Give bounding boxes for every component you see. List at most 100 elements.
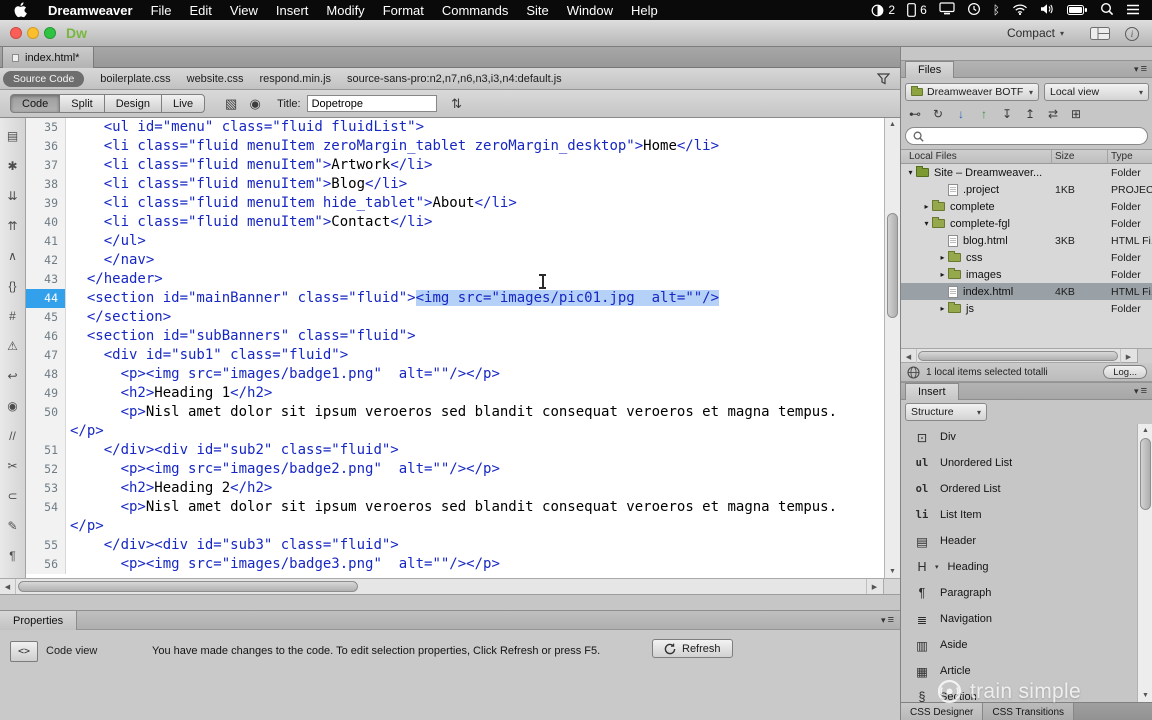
- menubar-item-file[interactable]: File: [142, 3, 181, 18]
- tree-expand-icon[interactable]: ▸: [937, 304, 948, 313]
- code-vertical-scrollbar[interactable]: [884, 118, 900, 578]
- code-line[interactable]: 45 </section>: [26, 308, 884, 327]
- insert-item-heading[interactable]: H Heading: [901, 554, 1137, 580]
- file-tree-item[interactable]: blog.html 3KB HTML Fi...: [901, 232, 1152, 249]
- tab-files[interactable]: Files: [905, 61, 955, 78]
- check-in-icon[interactable]: ↥: [1020, 105, 1040, 123]
- tree-collapse-icon[interactable]: ▾: [921, 219, 932, 228]
- info-icon[interactable]: i: [1125, 27, 1139, 41]
- scroll-left-icon[interactable]: [0, 579, 16, 594]
- battery-icon[interactable]: [1067, 3, 1088, 18]
- workspace-switcher[interactable]: Compact ▾: [1007, 26, 1064, 40]
- apply-comment-icon[interactable]: //: [1, 421, 25, 451]
- code-line[interactable]: 35 <ul id="menu" class="fluid fluidList"…: [26, 118, 884, 137]
- insert-item-navigation[interactable]: ≣ Navigation: [901, 606, 1137, 632]
- zoom-window-button[interactable]: [44, 27, 56, 39]
- column-size[interactable]: Size: [1055, 151, 1074, 162]
- file-tree-item[interactable]: ▾ Site – Dreamweaver... Folder: [901, 164, 1152, 181]
- wifi-icon[interactable]: [1012, 3, 1028, 18]
- code-line[interactable]: </p>: [26, 422, 884, 441]
- insert-vertical-scrollbar[interactable]: [1137, 424, 1152, 702]
- code-line[interactable]: 52 <p><img src="images/badge2.png" alt="…: [26, 460, 884, 479]
- tree-collapse-icon[interactable]: ▾: [905, 168, 916, 177]
- panel-menu-icon[interactable]: [881, 614, 894, 626]
- file-management-icon[interactable]: ⇅: [445, 94, 469, 113]
- code-line[interactable]: </p>: [26, 517, 884, 536]
- insert-item-header[interactable]: ▤ Header: [901, 528, 1137, 554]
- insert-item-unordered-list[interactable]: ul Unordered List: [901, 450, 1137, 476]
- tree-expand-icon[interactable]: ▸: [937, 270, 948, 279]
- view-design-button[interactable]: Design: [103, 94, 162, 113]
- balance-braces-icon[interactable]: {}: [1, 271, 25, 301]
- scroll-right-icon[interactable]: [1120, 349, 1136, 364]
- files-search[interactable]: [905, 127, 1148, 145]
- tab-insert[interactable]: Insert: [905, 383, 959, 400]
- close-window-button[interactable]: [10, 27, 22, 39]
- insert-category-dropdown[interactable]: Structure: [905, 403, 987, 421]
- code-line[interactable]: 40 <li class="fluid menuItem">Contact</l…: [26, 213, 884, 232]
- insert-item-ordered-list[interactable]: ol Ordered List: [901, 476, 1137, 502]
- highlight-invalid-code-icon[interactable]: ⚠: [1, 331, 25, 361]
- file-tree-item[interactable]: .project 1KB PROJECT: [901, 181, 1152, 198]
- scroll-up-icon[interactable]: [885, 118, 900, 131]
- code-line[interactable]: 36 <li class="fluid menuItem zeroMargin_…: [26, 137, 884, 156]
- check-out-icon[interactable]: ↧: [997, 105, 1017, 123]
- menubar-item-edit[interactable]: Edit: [181, 3, 221, 18]
- code-line[interactable]: 43 </header>: [26, 270, 884, 289]
- status-halfmoon-icon[interactable]: 2: [871, 3, 895, 17]
- menubar-item-view[interactable]: View: [221, 3, 267, 18]
- horizontal-scroll-thumb[interactable]: [18, 581, 358, 592]
- syntax-error-alerts-icon[interactable]: ◉: [1, 391, 25, 421]
- log-button[interactable]: Log...: [1103, 365, 1147, 379]
- files-horizontal-scrollbar[interactable]: [901, 348, 1152, 364]
- vertical-scroll-thumb[interactable]: [887, 213, 898, 318]
- view-code-button[interactable]: Code: [10, 94, 61, 113]
- file-tree-item[interactable]: ▸ js Folder: [901, 300, 1152, 317]
- collapse-full-tag-icon[interactable]: ✱: [1, 151, 25, 181]
- menubar-item-insert[interactable]: Insert: [267, 3, 318, 18]
- app-menu[interactable]: Dreamweaver: [39, 3, 142, 18]
- scroll-right-icon[interactable]: [866, 579, 882, 594]
- related-file[interactable]: boilerplate.css: [100, 73, 170, 85]
- vertical-scroll-thumb[interactable]: [1140, 438, 1151, 510]
- document-title-input[interactable]: [306, 95, 437, 112]
- layout-grid-icon[interactable]: [1090, 27, 1110, 45]
- tab-properties[interactable]: Properties: [0, 611, 78, 630]
- file-tree-item[interactable]: index.html 4KB HTML Fi...: [901, 283, 1152, 300]
- column-type[interactable]: Type: [1111, 151, 1133, 162]
- file-tree-item[interactable]: ▸ images Folder: [901, 266, 1152, 283]
- display-icon[interactable]: [939, 2, 955, 18]
- scroll-down-icon[interactable]: [885, 565, 900, 578]
- tab-css-designer[interactable]: CSS Designer: [901, 703, 984, 720]
- expand-all-icon[interactable]: ⇈: [1, 211, 25, 241]
- code-line[interactable]: 55 </div><div id="sub3" class="fluid">: [26, 536, 884, 555]
- code-line[interactable]: 38 <li class="fluid menuItem">Blog</li>: [26, 175, 884, 194]
- code-line[interactable]: 42 </nav>: [26, 251, 884, 270]
- code-horizontal-scrollbar[interactable]: [0, 578, 900, 594]
- panel-resize-grip[interactable]: [1137, 349, 1152, 363]
- get-files-icon[interactable]: ↓: [951, 105, 971, 123]
- menubar-item-help[interactable]: Help: [622, 3, 667, 18]
- related-file[interactable]: respond.min.js: [259, 73, 331, 85]
- status-device-icon[interactable]: 6: [907, 3, 927, 17]
- tab-css-transitions[interactable]: CSS Transitions: [983, 703, 1075, 720]
- synchronize-icon[interactable]: ⇄: [1043, 105, 1063, 123]
- scroll-up-icon[interactable]: [1138, 424, 1152, 437]
- code-line[interactable]: 51 </div><div id="sub2" class="fluid">: [26, 441, 884, 460]
- notification-center-icon[interactable]: [1126, 3, 1140, 18]
- related-file[interactable]: source-sans-pro:n2,n7,n6,n3,i3,n4:defaul…: [347, 73, 562, 85]
- insert-item-list-item[interactable]: li List Item: [901, 502, 1137, 528]
- live-view-options-icon[interactable]: ▧: [219, 94, 243, 113]
- filter-funnel-icon[interactable]: [876, 73, 891, 88]
- wrap-tag-icon[interactable]: ⊂: [1, 481, 25, 511]
- time-machine-icon[interactable]: [967, 2, 981, 19]
- code-line[interactable]: 49 <h2>Heading 1</h2>: [26, 384, 884, 403]
- view-split-button[interactable]: Split: [59, 94, 105, 113]
- insert-item-paragraph[interactable]: ¶ Paragraph: [901, 580, 1137, 606]
- code-line[interactable]: 47 <div id="sub1" class="fluid">: [26, 346, 884, 365]
- word-wrap-icon[interactable]: ↩: [1, 361, 25, 391]
- menubar-item-site[interactable]: Site: [517, 3, 557, 18]
- recent-snippets-icon[interactable]: ✎: [1, 511, 25, 541]
- file-tree-item[interactable]: ▾ complete-fgl Folder: [901, 215, 1152, 232]
- menubar-item-commands[interactable]: Commands: [433, 3, 517, 18]
